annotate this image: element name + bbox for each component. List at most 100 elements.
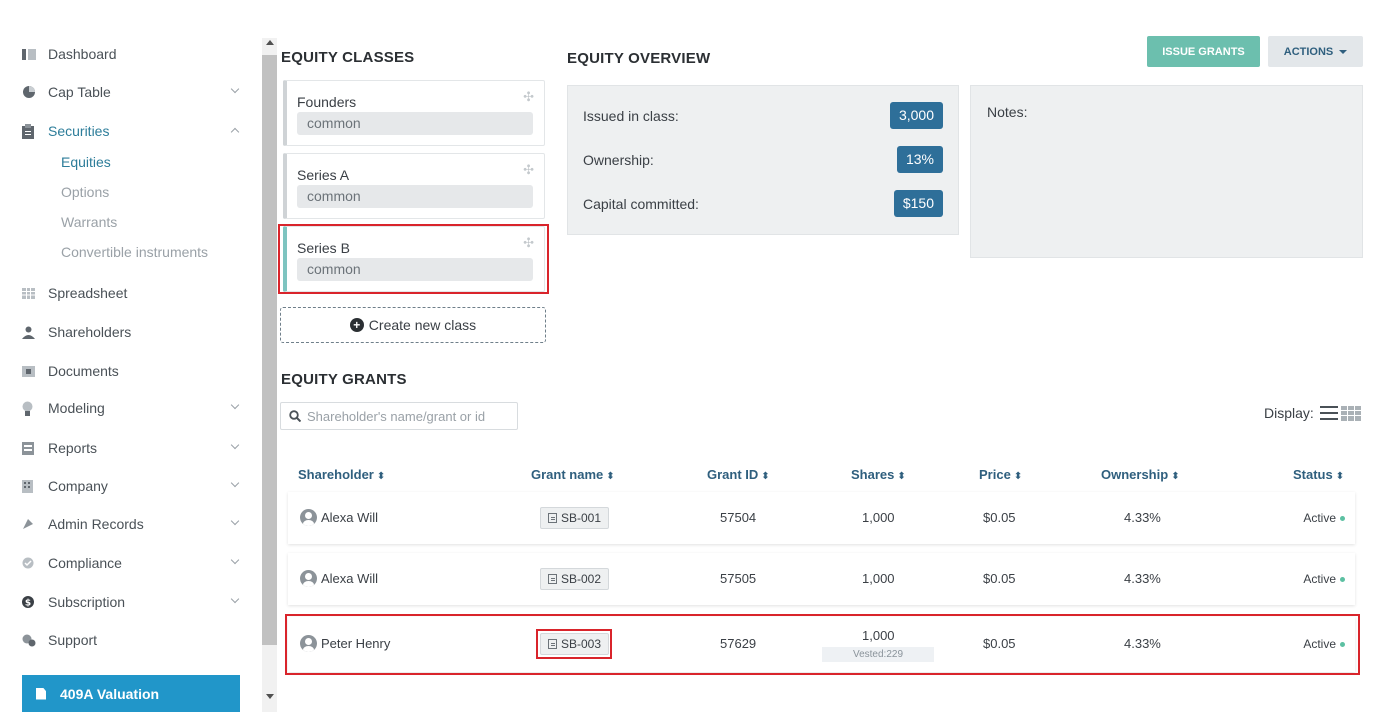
chevron-up-icon[interactable] (230, 127, 240, 137)
column-header-grant-name[interactable]: Grant name ⬍ (531, 467, 615, 482)
sidebar-item-reports[interactable]: Reports (22, 436, 244, 460)
shareholder-name[interactable]: Alexa Will (321, 571, 378, 586)
sidebar-item-cap-table[interactable]: Cap Table (22, 80, 244, 104)
sidebar-item-subscription[interactable]: $ Subscription (22, 590, 244, 614)
drag-handle-icon[interactable]: ✣ (523, 235, 534, 251)
grant-id: 57505 (720, 571, 757, 586)
avatar (300, 635, 317, 652)
building-icon (22, 479, 48, 493)
chevron-down-icon[interactable] (230, 516, 240, 526)
shares-value: 1,000 (862, 571, 895, 586)
sidebar-item-company[interactable]: Company (22, 474, 244, 498)
chevron-down-icon[interactable] (230, 555, 240, 565)
notes-panel[interactable]: Notes: (970, 85, 1363, 258)
sidebar-item-shareholders[interactable]: Shareholders (22, 320, 244, 344)
table-row[interactable]: Alexa Will SB-001 57504 1,000 $0.05 4.33… (288, 492, 1355, 544)
column-header-ownership[interactable]: Ownership ⬍ (1101, 467, 1180, 482)
sort-icon: ⬍ (761, 471, 770, 482)
create-new-class-button[interactable]: + Create new class (280, 307, 546, 343)
issue-grants-button[interactable]: ISSUE GRANTS (1147, 36, 1260, 67)
grant-id: 57629 (720, 636, 757, 651)
class-card-founders[interactable]: Founders common ✣ (283, 80, 545, 146)
spreadsheet-icon (22, 287, 48, 299)
sidebar-subitem-options[interactable]: Options (61, 184, 109, 200)
sidebar-item-label: Modeling (48, 400, 105, 416)
column-label: Grant ID (707, 467, 759, 482)
document-icon (548, 574, 557, 584)
price-value: $0.05 (983, 636, 1016, 651)
chevron-down-icon[interactable] (230, 440, 240, 450)
column-header-grant-id[interactable]: Grant ID ⬍ (707, 467, 770, 482)
grant-name-chip[interactable]: SB-003 (540, 633, 610, 655)
chevron-down-icon[interactable] (230, 84, 240, 94)
equity-overview-panel: Issued in class: 3,000 Ownership: 13% Ca… (567, 85, 959, 235)
sidebar-item-label: Admin Records (48, 516, 144, 532)
sidebar-item-modeling[interactable]: Modeling (22, 396, 244, 420)
grant-name-chip[interactable]: SB-001 (540, 507, 610, 529)
grid-view-icon[interactable] (1340, 405, 1361, 421)
report-icon (22, 441, 48, 455)
search-input[interactable] (307, 408, 507, 424)
column-label: Shareholder (298, 467, 374, 482)
class-card-series-b[interactable]: Series B common ✣ (283, 226, 545, 292)
drag-handle-icon[interactable]: ✣ (523, 89, 534, 105)
sidebar-item-label: Reports (48, 440, 98, 456)
valuation-button-label: 409A Valuation (60, 685, 160, 702)
scroll-down-arrow-icon[interactable] (266, 694, 274, 699)
list-view-icon[interactable] (1319, 406, 1338, 420)
grant-name-chip[interactable]: SB-002 (540, 568, 610, 590)
chevron-down-icon[interactable] (230, 594, 240, 604)
409a-valuation-button[interactable]: 409A Valuation (22, 675, 240, 712)
shares-value: 1,000 (862, 510, 895, 525)
grant-search-box[interactable] (280, 402, 518, 430)
actions-label: ACTIONS (1283, 45, 1334, 58)
column-header-status[interactable]: Status ⬍ (1293, 467, 1344, 482)
drag-handle-icon[interactable]: ✣ (523, 162, 534, 178)
sidebar-subitem-equities[interactable]: Equities (61, 154, 111, 170)
sidebar-subitem-warrants[interactable]: Warrants (61, 214, 117, 230)
ownership-value: 4.33% (1124, 636, 1161, 651)
issued-value-badge: 3,000 (889, 102, 943, 129)
sidebar-item-support[interactable]: Support (22, 628, 244, 652)
shares-value: 1,000 (862, 628, 895, 643)
display-label: Display: (1264, 405, 1314, 421)
column-header-shareholder[interactable]: Shareholder ⬍ (298, 467, 385, 482)
class-card-series-a[interactable]: Series A common ✣ (283, 153, 545, 219)
status-badge: Active (1303, 511, 1345, 525)
actions-dropdown-button[interactable]: ACTIONS (1268, 36, 1363, 67)
pie-chart-icon (22, 85, 48, 99)
sidebar-item-admin-records[interactable]: Admin Records (22, 512, 244, 536)
column-header-price[interactable]: Price ⬍ (979, 467, 1022, 482)
sort-icon: ⬍ (1013, 471, 1023, 482)
sidebar-item-documents[interactable]: Documents (22, 359, 244, 383)
sidebar-item-securities[interactable]: Securities (22, 119, 244, 143)
capital-value-badge: $150 (893, 190, 943, 217)
svg-text:$: $ (25, 599, 31, 609)
table-row[interactable]: Alexa Will SB-002 57505 1,000 $0.05 4.33… (288, 553, 1355, 605)
sidebar-subitem-convertible-instruments[interactable]: Convertible instruments (61, 244, 208, 260)
shareholder-name[interactable]: Alexa Will (321, 510, 378, 525)
display-toggle: Display: (1264, 405, 1361, 421)
grant-name-label: SB-002 (561, 572, 602, 586)
scroll-up-arrow-icon[interactable] (266, 40, 274, 45)
sidebar-item-spreadsheet[interactable]: Spreadsheet (22, 281, 244, 305)
chevron-down-icon[interactable] (230, 478, 240, 488)
class-name: Series B (297, 240, 350, 256)
avatar (300, 509, 317, 526)
create-class-label: Create new class (368, 317, 477, 333)
column-header-shares[interactable]: Shares ⬍ (851, 467, 906, 482)
ownership-value: 4.33% (1124, 510, 1161, 525)
sidebar-item-compliance[interactable]: Compliance (22, 551, 244, 575)
sort-icon: ⬍ (1171, 471, 1180, 482)
class-type: common (297, 258, 533, 281)
column-label: Ownership (1101, 467, 1169, 482)
status-label: Active (1303, 572, 1336, 586)
shareholder-name[interactable]: Peter Henry (321, 636, 390, 651)
scrollbar-thumb[interactable] (262, 55, 277, 645)
chevron-down-icon[interactable] (230, 400, 240, 410)
person-icon (22, 326, 48, 339)
table-row[interactable]: Peter Henry SB-003 57629 1,000 Vested:22… (288, 617, 1355, 672)
sidebar-item-label: Securities (48, 123, 110, 139)
folder-icon (22, 365, 48, 377)
sidebar-item-dashboard[interactable]: Dashboard (22, 42, 244, 66)
